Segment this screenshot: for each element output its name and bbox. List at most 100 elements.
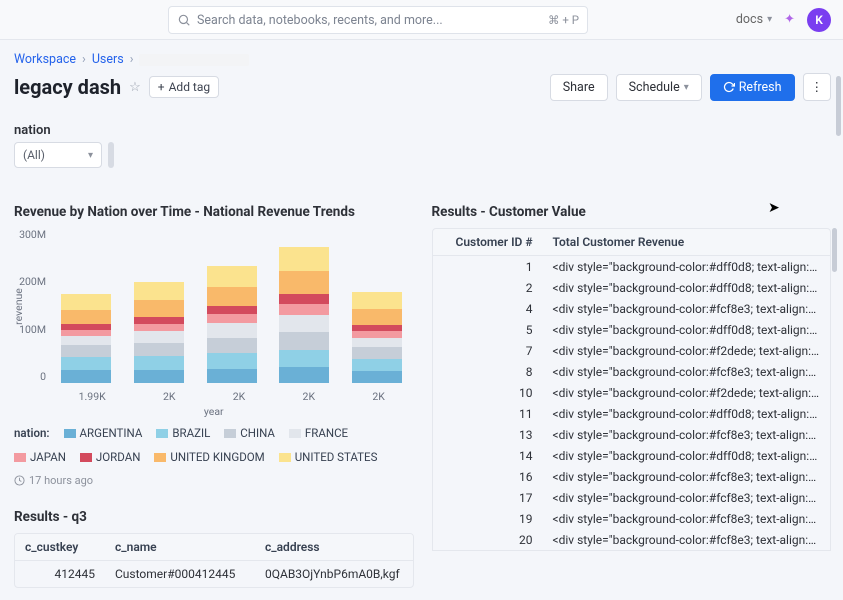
search-placeholder: Search data, notebooks, recents, and mor…	[197, 13, 548, 28]
chart-segment	[61, 294, 111, 310]
share-button[interactable]: Share	[550, 74, 608, 101]
chart-segment	[134, 317, 184, 324]
breadcrumb-users[interactable]: Users	[92, 52, 124, 67]
chart-segment	[279, 350, 329, 367]
legend-item[interactable]: ARGENTINA	[64, 426, 143, 440]
chart-segment	[134, 282, 184, 301]
chart-segment	[279, 315, 329, 333]
q3-col-name[interactable]: c_name	[105, 534, 255, 560]
y-axis-label: revenue	[12, 288, 25, 325]
chart-segment	[207, 306, 257, 314]
chart-segment	[207, 287, 257, 306]
filter-label: nation	[14, 123, 831, 138]
legend-item[interactable]: JORDAN	[80, 450, 140, 464]
legend-item[interactable]: JAPAN	[14, 450, 66, 464]
chart-segment	[134, 370, 184, 383]
chart-segment	[134, 356, 184, 369]
chart-segment	[279, 294, 329, 304]
chart-segment	[207, 369, 257, 383]
table-row[interactable]: 8<div style="background-color:#fcf8e3; t…	[433, 361, 831, 382]
filter-drag-handle[interactable]	[108, 142, 114, 168]
table-row[interactable]: 14<div style="background-color:#dff0d8; …	[433, 445, 831, 466]
table-scrollbar[interactable]	[832, 228, 837, 272]
avatar[interactable]: K	[807, 8, 831, 32]
search-input[interactable]: Search data, notebooks, recents, and mor…	[168, 6, 588, 34]
chart-segment	[352, 292, 402, 309]
chart-segment	[134, 343, 184, 356]
chevron-down-icon: ▾	[88, 150, 93, 161]
table-row[interactable]: 5<div style="background-color:#dff0d8; t…	[433, 319, 831, 340]
chart-segment	[61, 310, 111, 324]
chart-segment	[279, 271, 329, 294]
revenue-chart: 300M200M100M0 revenue 1.99K2K2K2K2K	[50, 228, 414, 403]
cv-col-id[interactable]: Customer ID #	[433, 229, 543, 255]
mouse-cursor: ➤	[768, 200, 780, 216]
breadcrumb: Workspace › Users ›	[14, 52, 831, 67]
chart-bar[interactable]	[352, 292, 402, 383]
table-row[interactable]: 7<div style="background-color:#f2dede; t…	[433, 340, 831, 361]
legend-item[interactable]: UNITED STATES	[279, 450, 378, 464]
page-title: legacy dash	[14, 75, 121, 99]
table-row[interactable]: 16<div style="background-color:#fcf8e3; …	[433, 466, 831, 487]
q3-table: c_custkey c_name c_address 412445Custome…	[14, 533, 414, 588]
table-row[interactable]: 13<div style="background-color:#fcf8e3; …	[433, 424, 831, 445]
table-row[interactable]: 412445Customer#0004124450QAB3OjYnbP6mA0B…	[15, 561, 413, 587]
add-tag-button[interactable]: + Add tag	[149, 76, 219, 98]
q3-title: Results - q3	[14, 509, 414, 525]
legend-item[interactable]: BRAZIL	[156, 426, 210, 440]
chart-segment	[207, 314, 257, 323]
chart-segment	[61, 345, 111, 357]
chart-segment	[352, 359, 402, 371]
table-row[interactable]: 1<div style="background-color:#dff0d8; t…	[433, 256, 831, 277]
table-row[interactable]: 19<div style="background-color:#fcf8e3; …	[433, 508, 831, 529]
chart-legend: nation:ARGENTINABRAZILCHINAFRANCEJAPANJO…	[14, 426, 414, 464]
table-row[interactable]: 11<div style="background-color:#dff0d8; …	[433, 403, 831, 424]
table-row[interactable]: 2<div style="background-color:#dff0d8; t…	[433, 277, 831, 298]
filter-nation-select[interactable]: (All) ▾	[14, 142, 102, 168]
table-row[interactable]: 10<div style="background-color:#f2dede; …	[433, 382, 831, 403]
star-icon[interactable]: ☆	[129, 80, 141, 95]
refresh-icon	[723, 81, 735, 93]
cv-col-revenue[interactable]: Total Customer Revenue	[543, 229, 831, 255]
breadcrumb-redacted	[139, 54, 249, 66]
chart-bar[interactable]	[61, 294, 111, 383]
legend-item[interactable]: FRANCE	[289, 426, 348, 440]
chart-bar[interactable]	[207, 266, 257, 383]
legend-item[interactable]: UNITED KINGDOM	[154, 450, 264, 464]
x-axis-label: year	[14, 405, 414, 418]
chart-bar[interactable]	[134, 282, 184, 383]
table-row[interactable]: 17<div style="background-color:#fcf8e3; …	[433, 487, 831, 508]
chart-segment	[207, 266, 257, 288]
chart-segment	[352, 331, 402, 338]
chart-segment	[279, 304, 329, 314]
chart-segment	[279, 332, 329, 350]
chart-segment	[61, 336, 111, 345]
more-menu-button[interactable]: ⋮	[803, 73, 832, 101]
table-row[interactable]: 4<div style="background-color:#fcf8e3; t…	[433, 298, 831, 319]
q3-col-address[interactable]: c_address	[255, 534, 413, 560]
chart-segment	[207, 338, 257, 354]
q3-col-custkey[interactable]: c_custkey	[15, 534, 105, 560]
chart-segment	[279, 247, 329, 272]
chart-segment	[279, 367, 329, 383]
docs-menu[interactable]: docs▾	[736, 12, 772, 27]
chart-bar[interactable]	[279, 247, 329, 383]
chart-segment	[207, 323, 257, 337]
chart-segment	[352, 338, 402, 348]
page-scrollbar[interactable]	[836, 76, 841, 136]
chart-title: Revenue by Nation over Time - National R…	[14, 204, 414, 220]
chart-segment	[134, 331, 184, 342]
refresh-button[interactable]: Refresh	[710, 74, 795, 101]
search-icon	[177, 13, 191, 27]
chart-segment	[352, 309, 402, 325]
breadcrumb-workspace[interactable]: Workspace	[14, 52, 76, 67]
chart-segment	[352, 347, 402, 358]
chart-segment	[61, 370, 111, 383]
assistant-icon[interactable]: ✦	[784, 12, 795, 27]
customer-value-table: Customer ID # Total Customer Revenue 1<d…	[432, 228, 832, 551]
legend-item[interactable]: CHINA	[224, 426, 275, 440]
chart-segment	[207, 353, 257, 369]
clock-icon	[14, 475, 25, 486]
schedule-button[interactable]: Schedule▾	[616, 74, 702, 101]
last-refresh-timestamp: 17 hours ago	[14, 474, 414, 487]
